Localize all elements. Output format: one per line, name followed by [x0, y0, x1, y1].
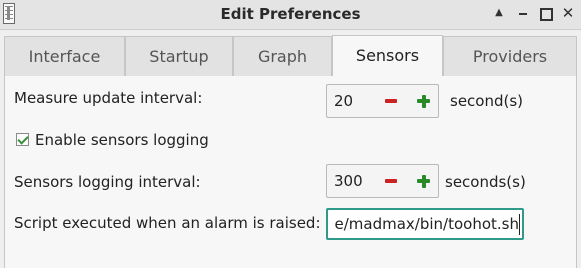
tab-graph[interactable]: Graph [233, 36, 332, 76]
shade-up-icon[interactable]: ▲ [492, 6, 506, 20]
logging-interval-value[interactable]: 300 [334, 172, 363, 190]
sensors-logging-label[interactable]: Enable sensors logging [35, 131, 209, 149]
close-icon[interactable]: ✕ [561, 6, 575, 21]
alarm-script-label: Script executed when an alarm is raised: [14, 214, 321, 232]
tab-interface[interactable]: Interface [4, 36, 125, 76]
update-interval-value[interactable]: 20 [334, 92, 353, 110]
update-interval-unit: second(s) [450, 92, 524, 110]
alarm-script-value[interactable]: e/madmax/bin/toohot.sh [335, 215, 519, 233]
text-caret [519, 214, 520, 235]
minus-icon[interactable] [377, 85, 405, 117]
plus-icon[interactable] [409, 85, 437, 117]
tab-sensors[interactable]: Sensors [332, 35, 443, 77]
title-bar[interactable]: Edit Preferences ▲ ✕ [0, 0, 581, 30]
tab-bar: Interface Startup Graph Sensors Provider… [4, 35, 577, 77]
alarm-script-input[interactable]: e/madmax/bin/toohot.sh [326, 208, 524, 240]
logging-interval-unit: seconds(s) [445, 173, 526, 191]
minimize-icon[interactable] [516, 6, 530, 20]
update-interval-label: Measure update interval: [14, 89, 203, 107]
plus-icon[interactable] [409, 165, 437, 197]
sensors-logging-checkbox[interactable] [16, 133, 29, 146]
update-interval-spinbox[interactable]: 20 [326, 84, 439, 118]
logging-interval-label: Sensors logging interval: [14, 173, 201, 191]
sensors-panel: Measure update interval: 20 second(s) En… [4, 76, 577, 268]
logging-interval-spinbox[interactable]: 300 [326, 164, 439, 198]
tab-startup[interactable]: Startup [125, 36, 233, 76]
tab-providers[interactable]: Providers [443, 36, 577, 76]
minus-icon[interactable] [377, 165, 405, 197]
maximize-icon[interactable] [538, 6, 553, 21]
